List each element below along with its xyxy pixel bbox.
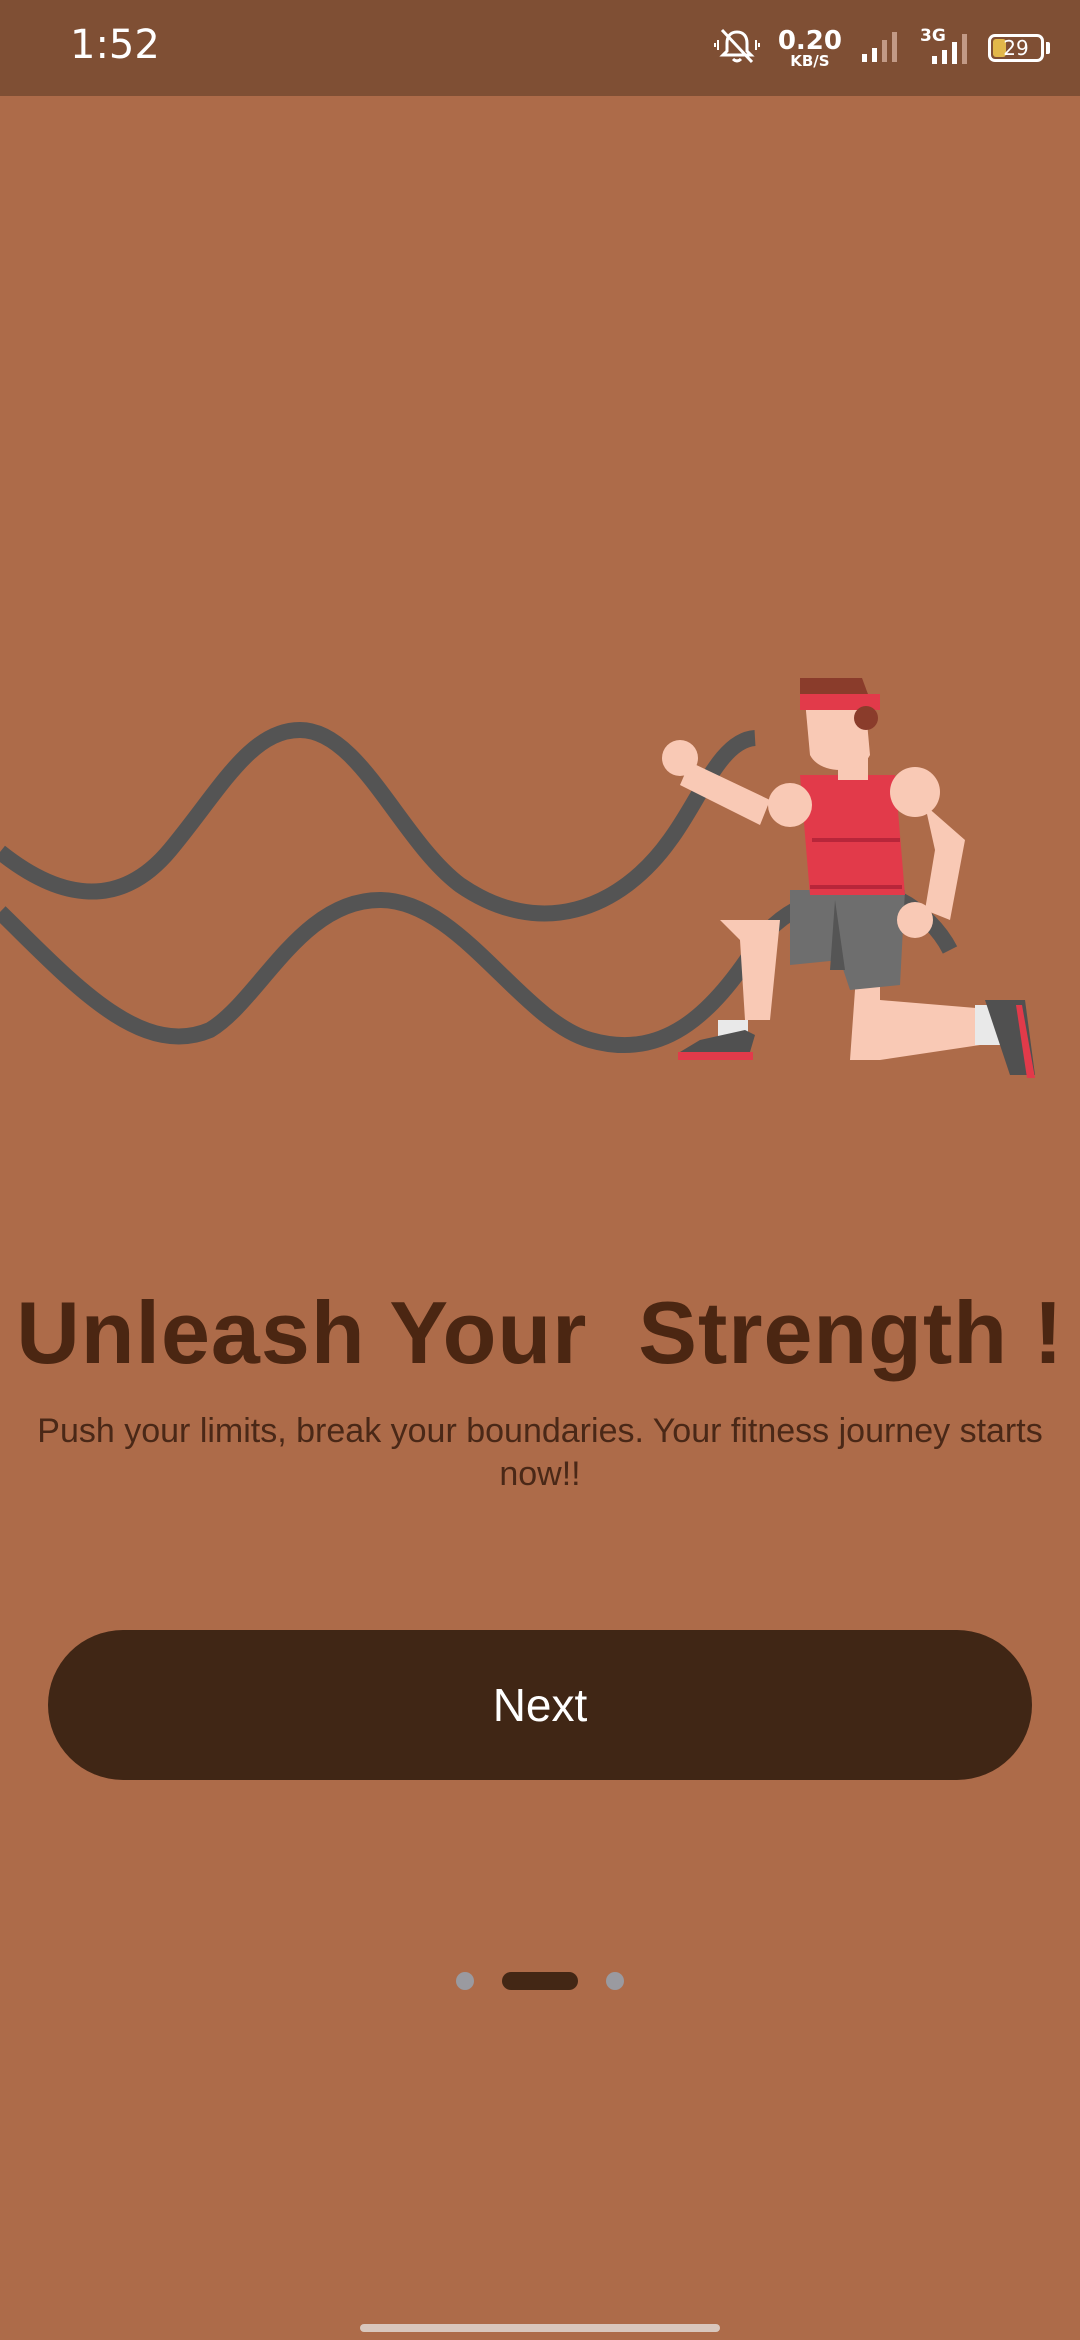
page-dot[interactable] bbox=[606, 1972, 624, 1990]
page-title: Unleash Your Strength ! bbox=[16, 1283, 1064, 1382]
signal-3g-icon: 3G bbox=[918, 26, 970, 68]
status-bar: 1:52 0.20 KB/S 3G 29 bbox=[0, 0, 1080, 96]
battery-tip bbox=[1046, 42, 1050, 54]
battery-indicator: 29 bbox=[988, 34, 1050, 62]
page-indicator[interactable] bbox=[0, 1972, 1080, 1990]
home-indicator[interactable] bbox=[360, 2324, 720, 2332]
bell-off-icon bbox=[713, 26, 760, 71]
status-icons: 0.20 KB/S 3G 29 bbox=[713, 20, 1050, 76]
page-dot[interactable] bbox=[456, 1972, 474, 1990]
page-dot-active[interactable] bbox=[502, 1972, 578, 1990]
network-speed: 0.20 KB/S bbox=[778, 28, 842, 69]
battle-ropes-athlete-illustration bbox=[0, 500, 1080, 1220]
signal-icon bbox=[860, 28, 900, 69]
status-time: 1:52 bbox=[70, 22, 160, 68]
page-subtitle: Push your limits, break your boundaries.… bbox=[37, 1412, 1043, 1493]
speed-unit: KB/S bbox=[790, 51, 830, 70]
next-button[interactable]: Next bbox=[48, 1630, 1032, 1780]
battery-percent: 29 bbox=[1003, 36, 1029, 60]
battery-icon: 29 bbox=[988, 34, 1044, 62]
speed-value: 0.20 bbox=[777, 25, 842, 56]
